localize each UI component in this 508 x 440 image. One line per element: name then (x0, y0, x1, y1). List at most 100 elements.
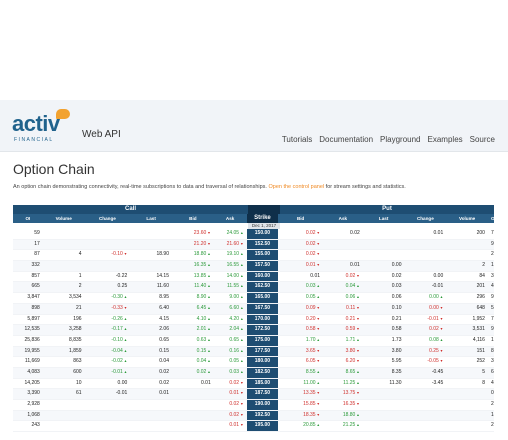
col-call-volume[interactable]: Volume (43, 214, 85, 223)
cell-value: 2 (482, 262, 485, 269)
col-call-change[interactable]: Change (85, 214, 131, 223)
cell-value: 0.01 (310, 272, 321, 279)
col-put-change[interactable]: Change (405, 214, 447, 223)
cell-pbid: 18.35 ▼ (278, 411, 323, 421)
cell-value: -0.02 (111, 358, 123, 365)
cell-pvol (446, 389, 488, 399)
cell-ask: 16.55 ▲ (214, 261, 247, 271)
up-arrow-icon: ▲ (206, 252, 211, 257)
table-row[interactable]: 2,928 0.02 ▼ 190.00 15.85 ▼ 16.35 ▼ 2 (13, 400, 494, 411)
cell-value: 187.50 (254, 390, 271, 397)
down-arrow-icon: ▼ (239, 423, 244, 428)
cell-chg (85, 400, 131, 410)
cell-ask: 0.02 ▼ (214, 411, 247, 421)
cell-value: 8,835 (69, 336, 82, 343)
cell-value: 157.50 (254, 262, 271, 269)
cell-value: 167.50 (254, 304, 271, 311)
cell-value: -0.01 (427, 315, 439, 322)
cell-value: 243 (31, 422, 40, 429)
table-row[interactable]: 665 2 0.25 11.60 11.40 ▲ 11.55 ▲ 162.50 0.03 ▲ 0… (13, 282, 494, 294)
cell-pask: 0.02 ▼ (323, 272, 363, 282)
cell-pask: 18.80 ▲ (323, 411, 363, 421)
cell-value: 150.00 (254, 230, 271, 236)
cell-pvol (446, 421, 488, 431)
up-arrow-icon: ▲ (239, 305, 244, 310)
up-arrow-icon: ▲ (315, 284, 321, 289)
cell-oi: 857 (13, 272, 43, 282)
col-call-last[interactable]: Last (130, 214, 172, 223)
up-arrow-icon: ▲ (438, 295, 444, 300)
cell-pvol (446, 411, 488, 421)
table-row[interactable]: 19,955 1,859 -0.04 ▲ 0.15 0.15 ▲ 0.16 ▲ 177.50… (13, 346, 494, 358)
strike-group-cell (248, 205, 280, 214)
cell-last: 8.95 (130, 293, 172, 303)
cell-value: 21 (76, 304, 82, 311)
table-row[interactable]: 87 4 -0.10 ▼ 18.90 18.80 ▲ 19.10 ▲ 155.00 0.02 … (13, 250, 494, 262)
up-arrow-icon: ▲ (206, 348, 211, 353)
col-put-volume[interactable]: Volume (446, 214, 488, 223)
up-arrow-icon: ▲ (206, 295, 211, 300)
col-put-last[interactable]: Last (363, 214, 405, 223)
cell-ask: 2.04 ▲ (214, 325, 247, 335)
cell-chg (85, 421, 131, 431)
nav-source[interactable]: Source (470, 135, 495, 144)
cell-poi: 14 (488, 411, 494, 421)
table-row[interactable]: 59 23.60 ▼ 24.05 ▲ 150.00 0.02 ▼ 0.02 0.01 200 7… (13, 229, 494, 240)
intro-after: for stream settings and statistics. (324, 184, 406, 190)
control-panel-link[interactable]: Open the control panel (268, 184, 324, 190)
cell-chg (85, 411, 131, 421)
cell-chg: -0.26 ▲ (85, 315, 131, 325)
cell-plast: 8.35 (363, 368, 405, 378)
table-row[interactable]: 898 21 -0.33 ▼ 6.40 6.45 ▲ 6.60 ▲ 167.50 0.09 ▼… (13, 303, 494, 315)
up-arrow-icon: ▲ (315, 295, 321, 300)
table-row[interactable]: 33216.35 ▲16.55 ▲157.500.01 ▼0.010.0021,… (13, 261, 494, 272)
up-arrow-icon: ▲ (239, 252, 244, 257)
down-arrow-icon: ▼ (355, 273, 360, 278)
col-put-oi[interactable]: OI (488, 214, 494, 223)
cell-value: 0.00 (117, 379, 128, 386)
cell-value: 0.06 (345, 294, 356, 301)
table-row[interactable]: 1721.20 ▼21.60 ▼152.500.02 ▼964 (13, 239, 494, 251)
cell-value: 172.50 (254, 326, 271, 333)
activ-logo[interactable]: activ FINANCIAL (12, 109, 72, 146)
cell-value: 0.04 (345, 283, 356, 290)
table-row[interactable]: 2430.01 ▼195.0020.85 ▲21.25 ▲26 (13, 421, 494, 433)
col-strike[interactable]: Strike (246, 214, 279, 223)
cell-ask: 0.05 ▲ (214, 357, 247, 367)
cell-value: 177.50 (254, 347, 271, 354)
cell-vol (43, 240, 85, 250)
table-row[interactable]: 3,390 61 -0.01 0.01 0.01 ▼ 187.50 13.35 ▼ 13.75… (13, 389, 494, 400)
cell-pbid: 0.01 (278, 272, 323, 282)
table-row[interactable]: 14,205 10 0.00 0.02 0.01 0.02 ▼ 185.00 11.00 ▲ 1… (13, 378, 494, 390)
cell-pchg (405, 400, 447, 410)
cell-value: 0.16 (229, 347, 240, 354)
col-call-bid[interactable]: Bid (172, 214, 214, 223)
table-row[interactable]: 857 1 -0.22 14.15 13.85 ▲ 14.00 ▲ 160.00 0.01 0.… (13, 271, 494, 283)
table-row[interactable]: 4,083 600 -0.01 ▲ 0.02 0.02 ▲ 0.03 ▲ 182.50 8.5… (13, 367, 494, 379)
table-row[interactable]: 11,669 863 -0.02 ▲ 0.04 0.04 ▲ 0.05 ▲ 180.00 6.… (13, 357, 494, 368)
up-arrow-icon: ▲ (239, 316, 244, 321)
table-row[interactable]: 5,897 196 -0.26 ▲ 4.15 4.10 ▲ 4.20 ▲ 170.00 0.2… (13, 314, 494, 326)
nav-examples[interactable]: Examples (428, 135, 463, 144)
col-call-ask[interactable]: Ask (214, 214, 247, 223)
cell-pask: 0.04 ▲ (323, 282, 363, 292)
cell-plast (363, 411, 405, 421)
table-row[interactable]: 3,847 3,534 -0.30 ▲ 8.95 8.90 ▲ 9.00 ▲ 165.00 0… (13, 293, 494, 304)
table-row[interactable]: 1,0680.02 ▼192.5018.35 ▼18.80 ▲14 (13, 410, 494, 422)
cell-value: 1,859 (69, 347, 82, 354)
table-row[interactable]: 12,535 3,258 -0.17 ▲ 2.06 2.01 ▲ 2.04 ▲ 172.50… (13, 325, 494, 336)
col-call-oi[interactable]: OI (13, 214, 43, 223)
cell-plast: 0.02 (363, 272, 405, 282)
strike-cell: 162.50 (246, 282, 279, 293)
cell-value: 0.06 (391, 294, 402, 301)
col-put-ask[interactable]: Ask (323, 214, 363, 223)
cell-value: 9.00 (229, 294, 240, 301)
nav-tutorials[interactable]: Tutorials (282, 135, 312, 144)
table-row[interactable]: 25,836 8,835 -0.10 ▲ 0.65 0.63 ▲ 0.65 ▲ 175.00… (13, 335, 494, 347)
col-put-bid[interactable]: Bid (278, 214, 323, 223)
nav-playground[interactable]: Playground (380, 135, 420, 144)
nav-documentation[interactable]: Documentation (319, 135, 373, 144)
up-arrow-icon: ▲ (438, 337, 444, 342)
cell-value: 151 (476, 347, 485, 354)
cell-value: 18.35 (303, 411, 316, 418)
